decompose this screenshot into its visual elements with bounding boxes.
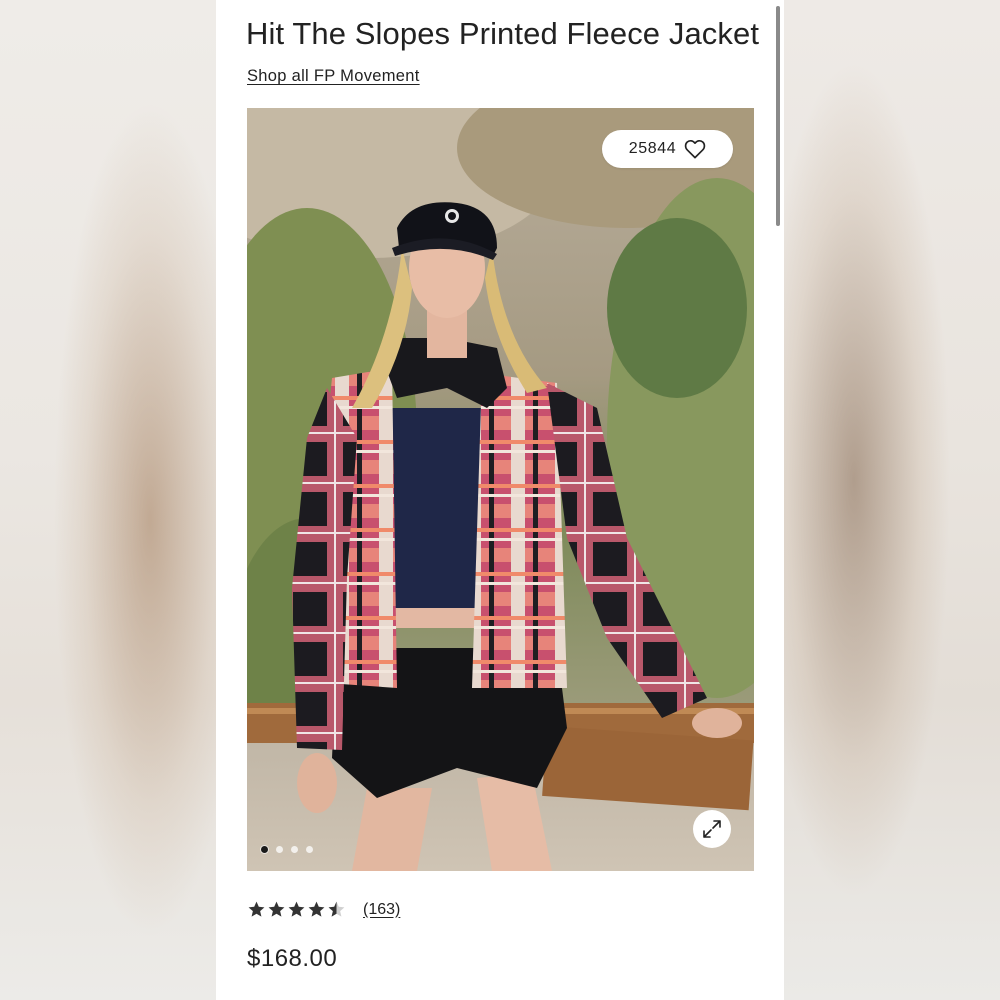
product-rating: (163) <box>247 900 400 919</box>
product-price: $168.00 <box>247 945 338 972</box>
expand-arrows-icon <box>703 820 721 838</box>
review-count-link[interactable]: (163) <box>363 901 400 919</box>
carousel-dot[interactable] <box>306 846 313 853</box>
product-photo <box>247 108 754 871</box>
product-image-carousel[interactable]: 25844 <box>247 108 754 871</box>
carousel-dot[interactable] <box>291 846 298 853</box>
blurred-background-right <box>784 0 1000 1000</box>
star-half-icon <box>328 901 345 917</box>
heart-icon <box>685 139 706 159</box>
carousel-indicators <box>261 846 313 853</box>
star-icon <box>248 901 265 917</box>
carousel-dot[interactable] <box>276 846 283 853</box>
star-rating <box>247 900 346 919</box>
expand-image-button[interactable] <box>693 810 731 848</box>
like-count: 25844 <box>628 140 677 157</box>
product-page: Hit The Slopes Printed Fleece Jacket Sho… <box>216 0 784 1000</box>
blurred-background-left <box>0 0 216 1000</box>
like-button[interactable]: 25844 <box>602 130 733 168</box>
product-title: Hit The Slopes Printed Fleece Jacket <box>246 16 760 51</box>
star-icon <box>308 901 325 917</box>
star-icon <box>268 901 285 917</box>
shop-all-link[interactable]: Shop all FP Movement <box>247 67 420 86</box>
carousel-dot[interactable] <box>261 846 268 853</box>
scrollbar[interactable] <box>776 6 780 226</box>
star-icon <box>288 901 305 917</box>
